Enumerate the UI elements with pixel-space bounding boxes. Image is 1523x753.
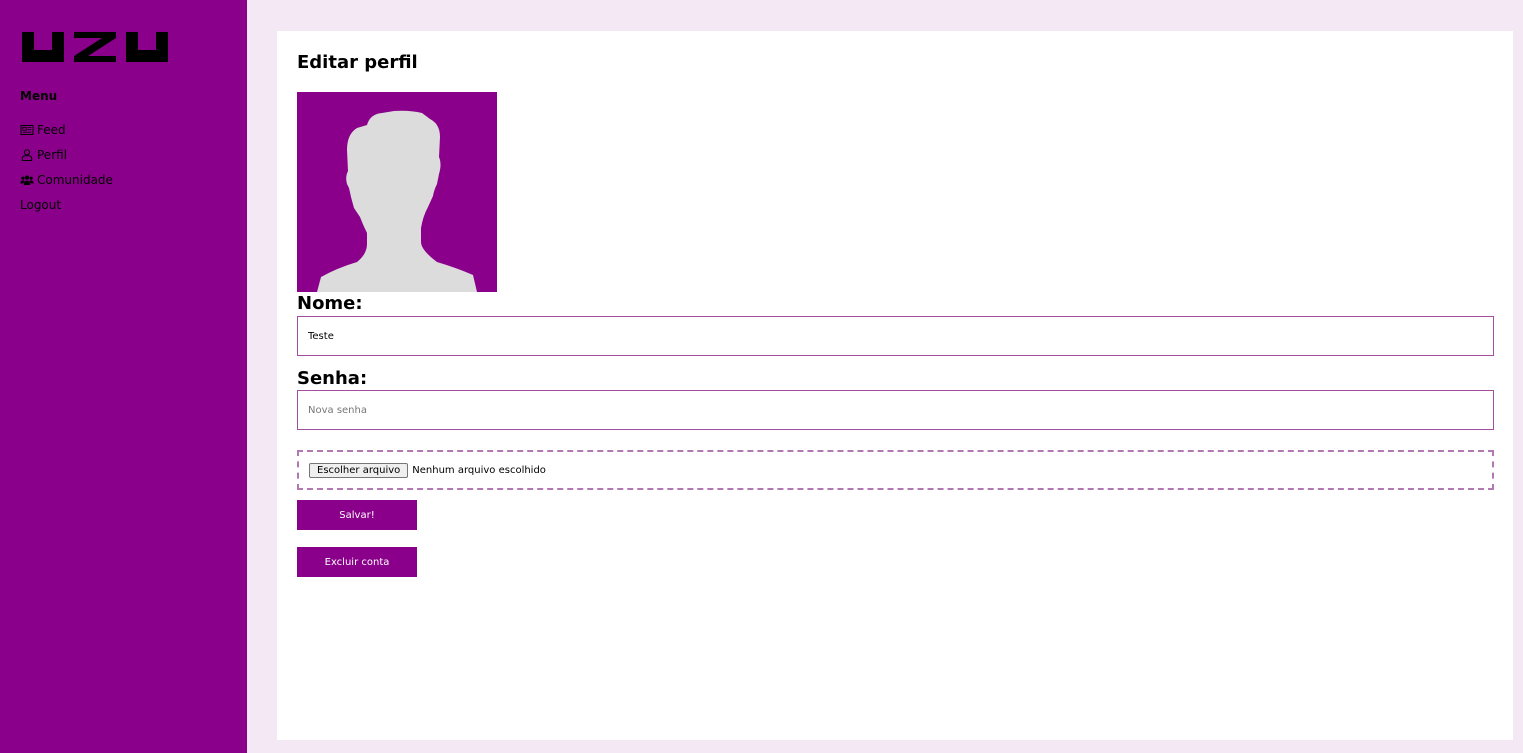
- main-content: Editar perfil Nome: Senha: Escolher arqu…: [277, 31, 1513, 740]
- file-status-text: Nenhum arquivo escolhido: [412, 464, 546, 476]
- default-avatar-silhouette-icon: [317, 110, 477, 292]
- sidebar-nav: Feed Perfil Comunidade Logout: [20, 122, 113, 222]
- users-icon: [20, 175, 34, 185]
- uzu-logo[interactable]: [22, 32, 168, 62]
- sidebar-item-label: Comunidade: [37, 173, 113, 187]
- page-title: Editar perfil: [297, 52, 418, 73]
- sidebar-item-logout[interactable]: Logout: [20, 197, 113, 222]
- profile-avatar: [297, 92, 497, 292]
- sidebar-item-perfil[interactable]: Perfil: [20, 147, 113, 172]
- sidebar-item-label: Logout: [20, 198, 62, 212]
- password-input[interactable]: [297, 390, 1494, 430]
- name-input[interactable]: [297, 316, 1494, 356]
- sidebar: Menu Feed Perfil Comunidade Logout: [0, 0, 247, 753]
- name-label: Nome:: [297, 293, 363, 314]
- newspaper-icon: [20, 125, 34, 135]
- menu-title: Menu: [20, 89, 58, 103]
- save-button[interactable]: Salvar!: [297, 500, 417, 530]
- choose-file-button[interactable]: Escolher arquivo: [309, 462, 409, 478]
- sidebar-item-label: Feed: [37, 123, 66, 137]
- sidebar-item-label: Perfil: [37, 148, 68, 162]
- sidebar-item-comunidade[interactable]: Comunidade: [20, 172, 113, 197]
- sidebar-item-feed[interactable]: Feed: [20, 122, 113, 147]
- file-upload-zone[interactable]: Escolher arquivo Nenhum arquivo escolhid…: [297, 450, 1494, 490]
- password-label: Senha:: [297, 368, 368, 389]
- delete-account-button[interactable]: Excluir conta: [297, 547, 417, 577]
- user-icon: [21, 149, 33, 161]
